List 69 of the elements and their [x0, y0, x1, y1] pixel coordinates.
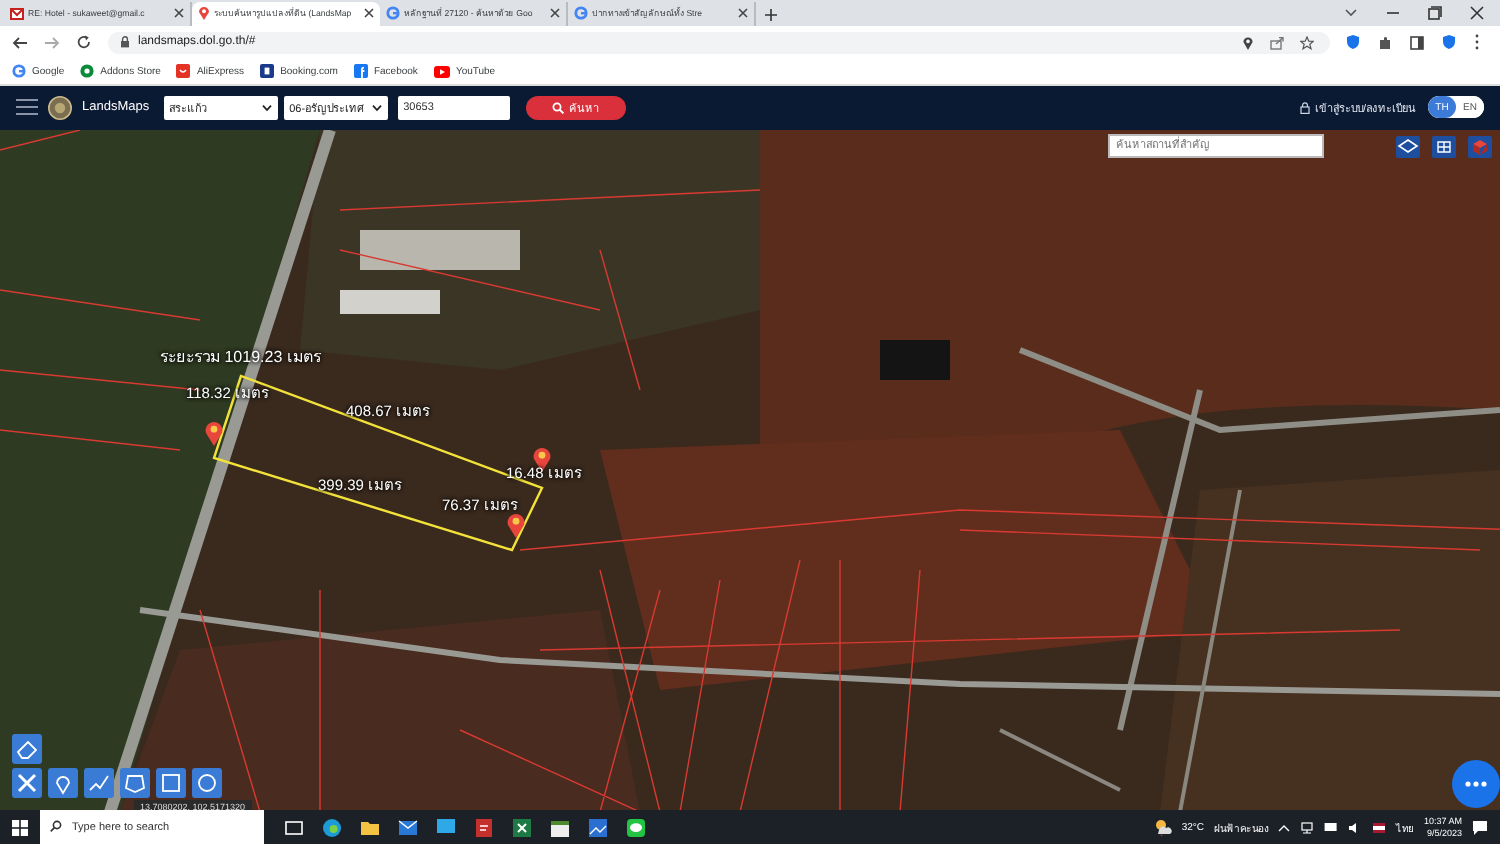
shield-icon[interactable]	[1346, 34, 1360, 51]
mail-icon[interactable]	[398, 817, 418, 837]
caret-icon	[371, 103, 382, 112]
minimize-icon[interactable]	[1386, 7, 1400, 18]
emblem-icon	[48, 95, 72, 120]
photos-icon[interactable]	[588, 817, 608, 837]
share-icon[interactable]	[1270, 35, 1284, 50]
edge-icon[interactable]	[322, 817, 342, 837]
back-arrow-icon[interactable]	[12, 35, 28, 50]
task-view-icon[interactable]	[284, 817, 304, 837]
shopping-bag-icon	[176, 64, 191, 79]
sidebar-icon[interactable]	[1410, 35, 1424, 50]
close-icon[interactable]	[174, 8, 184, 19]
spreadsheet-icon[interactable]	[512, 817, 532, 837]
close-icon[interactable]	[738, 8, 748, 19]
store-icon	[80, 64, 95, 79]
calendar-icon[interactable]	[550, 817, 570, 837]
close-icon[interactable]	[364, 8, 374, 19]
cube-icon[interactable]	[1468, 135, 1492, 158]
map-pin-icon	[204, 419, 224, 446]
network-icon[interactable]	[1299, 821, 1314, 833]
google-icon	[574, 6, 588, 21]
search-icon	[551, 101, 564, 114]
restore-icon[interactable]	[1428, 5, 1442, 20]
map-pin-icon	[198, 6, 210, 21]
grid-icon[interactable]	[1432, 135, 1456, 158]
plus-icon[interactable]	[764, 7, 778, 22]
pin-outline-icon[interactable]	[48, 767, 78, 798]
chat-icon[interactable]	[626, 817, 646, 837]
weather-icon	[1153, 818, 1172, 836]
google-icon	[12, 64, 26, 79]
battery-icon[interactable]	[1323, 822, 1338, 832]
caret-icon	[261, 103, 272, 112]
circle-icon[interactable]	[192, 767, 222, 798]
shield-icon[interactable]	[1442, 34, 1456, 51]
close-icon[interactable]	[1470, 5, 1484, 20]
document-icon[interactable]	[474, 817, 494, 837]
menu-icon[interactable]	[1474, 34, 1480, 51]
polyline-icon[interactable]	[84, 767, 114, 798]
eraser-icon[interactable]	[12, 733, 42, 764]
lock-icon	[120, 36, 130, 49]
speaker-icon[interactable]	[1347, 821, 1362, 833]
map-pin-icon	[506, 511, 526, 538]
polygon-icon[interactable]	[120, 767, 150, 798]
notification-icon[interactable]	[1472, 819, 1488, 835]
chat-bubble-icon[interactable]	[436, 817, 456, 837]
chevron-up-icon[interactable]	[1277, 823, 1290, 831]
facebook-icon	[353, 64, 368, 79]
total-distance-label: ระยะรวม 1019.23 เมตร	[160, 345, 321, 370]
play-icon	[433, 65, 450, 78]
chevron-down-icon[interactable]	[1344, 7, 1358, 18]
puzzle-icon[interactable]	[1378, 35, 1392, 50]
layers-icon[interactable]	[1396, 135, 1420, 158]
flag-icon[interactable]	[1371, 821, 1386, 833]
menu-icon[interactable]	[16, 98, 38, 117]
more-options-icon[interactable]	[1452, 759, 1500, 808]
reload-icon[interactable]	[76, 34, 92, 51]
windows-logo-icon[interactable]	[12, 819, 28, 835]
ruler-cross-icon[interactable]	[12, 767, 42, 798]
star-icon[interactable]	[1300, 35, 1314, 50]
letter-b-icon	[260, 64, 275, 79]
folder-icon[interactable]	[360, 817, 380, 837]
google-icon	[386, 6, 400, 21]
lock-icon	[1300, 101, 1311, 114]
square-icon[interactable]	[156, 767, 186, 798]
location-pin-icon[interactable]	[1242, 35, 1254, 50]
close-icon[interactable]	[550, 8, 560, 19]
search-icon	[40, 810, 68, 844]
mail-icon	[10, 7, 24, 20]
